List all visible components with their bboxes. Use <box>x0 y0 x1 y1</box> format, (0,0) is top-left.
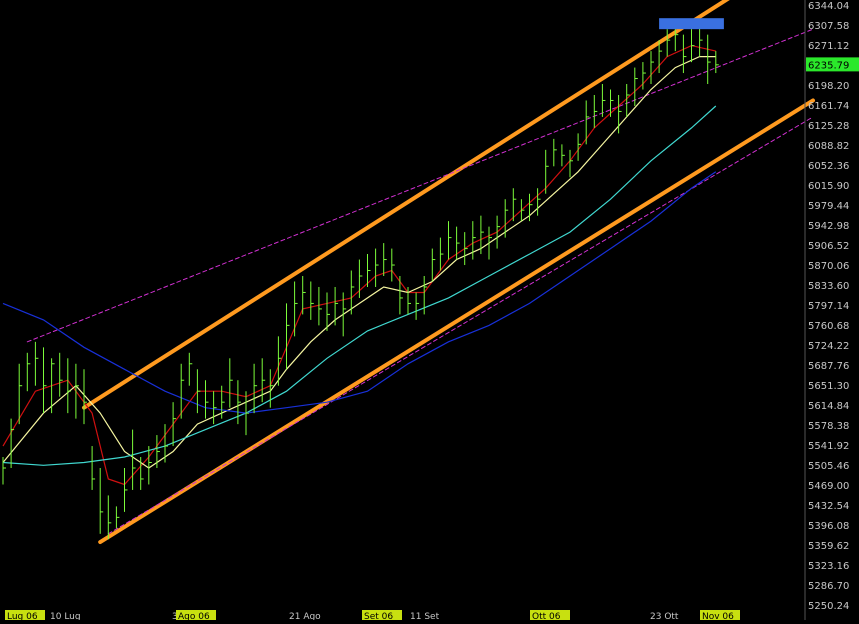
y-tick-label: 6052.36 <box>808 161 849 172</box>
chart: 6344.04 6307.58 6271.12 6235.79 6198.20 6161.… <box>0 0 859 622</box>
y-tick-label: 5687.76 <box>808 361 849 372</box>
y-tick-label: 6198.20 <box>808 81 849 92</box>
y-tick-label: 5250.24 <box>808 601 849 612</box>
y-tick-label: 5505.46 <box>808 461 849 472</box>
y-tick-label: 5979.44 <box>808 201 849 212</box>
y-tick-label: 5724.22 <box>808 341 849 352</box>
x-tick-label: 11 Set <box>410 612 440 620</box>
price-chart-svg: 6344.04 6307.58 6271.12 6235.79 6198.20 6161.… <box>0 0 859 622</box>
y-tick-label: 5942.98 <box>808 221 849 232</box>
y-tick-label: 6125.28 <box>808 121 849 132</box>
y-tick-label: 5323.16 <box>808 561 849 572</box>
x-tick-label: Ago 06 <box>178 612 210 620</box>
y-tick-label: 5614.84 <box>808 401 849 412</box>
y-tick-label: 6307.58 <box>808 21 849 32</box>
y-tick-label: 6344.04 <box>808 1 849 12</box>
target-zone <box>659 18 724 30</box>
y-tick-label: 5432.54 <box>808 501 849 512</box>
y-tick-label: 6271.12 <box>808 41 849 52</box>
x-tick-label: 23 Ott <box>650 612 679 620</box>
y-tick-label: 5906.52 <box>808 241 849 252</box>
y-tick-label: 5359.62 <box>808 541 849 552</box>
y-tick-label: 6088.82 <box>808 141 849 152</box>
y-tick-label: 5760.68 <box>808 321 849 332</box>
y-tick-label: 5578.38 <box>808 421 849 432</box>
y-tick-label: 5541.92 <box>808 441 849 452</box>
x-tick-label: 21 Ago <box>289 612 321 620</box>
x-tick-label: 10 Lug <box>50 612 81 620</box>
y-tick-label: 5469.00 <box>808 481 849 492</box>
x-tick-label: Set 06 <box>364 612 393 620</box>
last-price-label: 6235.79 <box>808 60 849 71</box>
x-tick-label: Nov 06 <box>702 612 734 620</box>
y-tick-label: 6015.90 <box>808 181 849 192</box>
y-tick-label: 5396.08 <box>808 521 849 532</box>
y-tick-label: 5833.60 <box>808 281 849 292</box>
x-tick-label: Lug 06 <box>7 612 38 620</box>
target-box <box>659 18 724 30</box>
y-tick-label: 6161.74 <box>808 101 849 112</box>
y-tick-label: 5797.14 <box>808 301 849 312</box>
chart-background <box>0 0 859 620</box>
y-tick-label: 5870.06 <box>808 261 849 272</box>
y-tick-label: 5651.30 <box>808 381 849 392</box>
y-tick-label: 5286.70 <box>808 581 849 592</box>
x-tick-label: Ott 06 <box>532 612 561 620</box>
